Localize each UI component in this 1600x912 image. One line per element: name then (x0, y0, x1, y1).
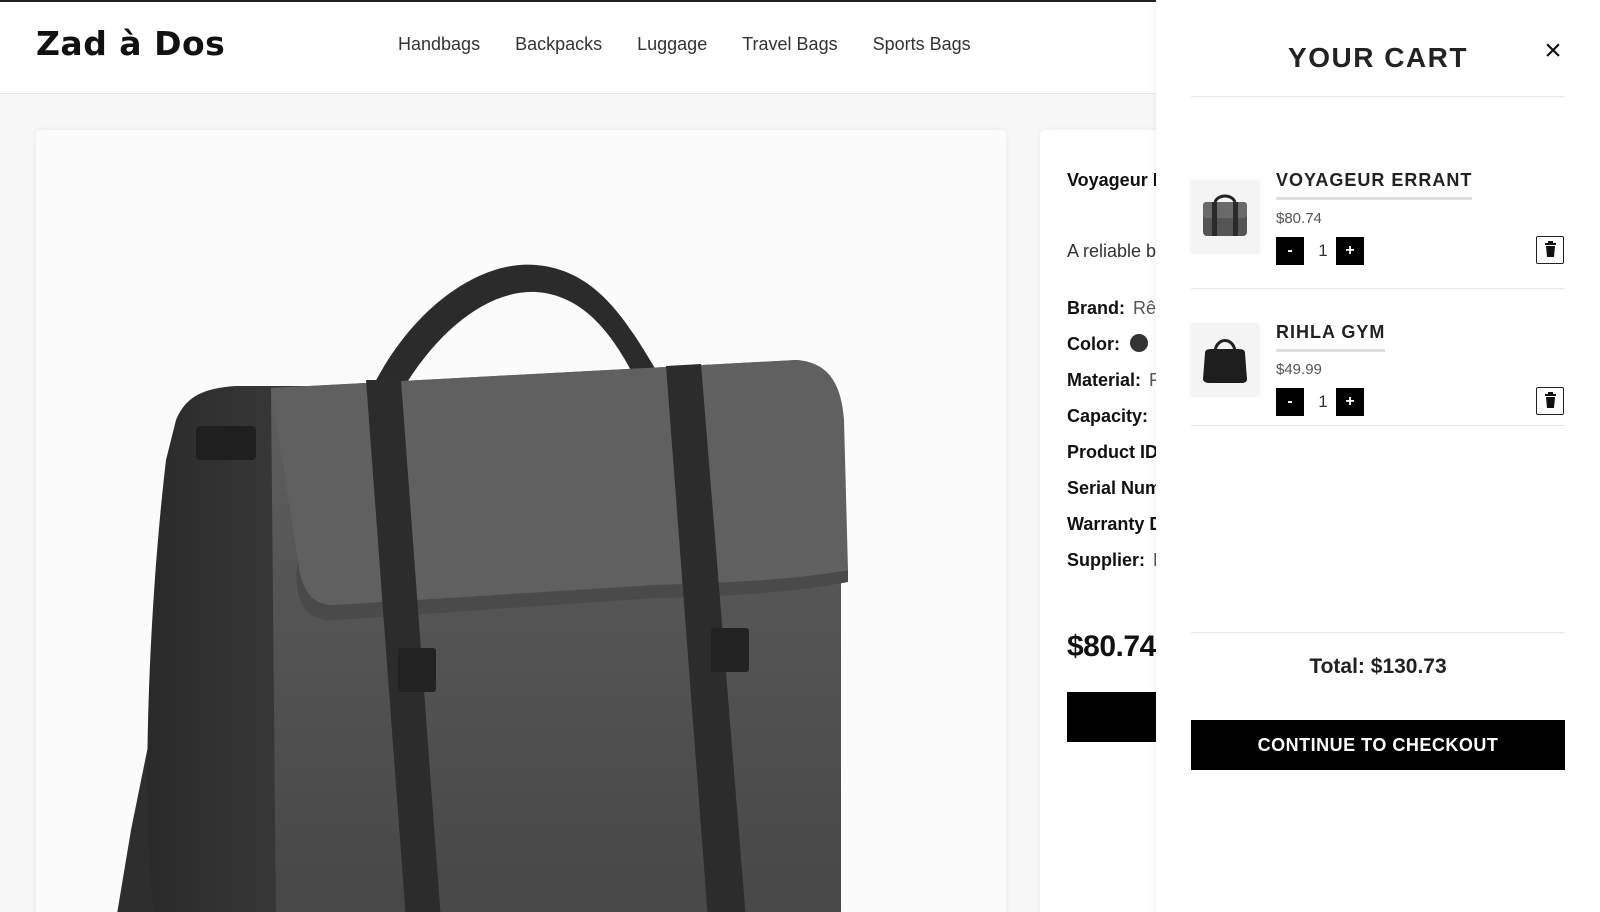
quantity-value: 1 (1318, 241, 1328, 260)
main-nav: Handbags Backpacks Luggage Travel Bags S… (398, 34, 971, 55)
remove-item-button[interactable] (1536, 387, 1564, 415)
messenger-bag-icon (1203, 194, 1247, 236)
cart-title: YOUR CART (1288, 42, 1468, 73)
spec-serial-number: Serial Num (1067, 478, 1161, 499)
product-image (36, 130, 1006, 912)
item-price: $80.74 (1276, 210, 1322, 227)
nav-item-sports-bags[interactable]: Sports Bags (873, 34, 971, 55)
spec-warranty: Warranty D (1067, 514, 1162, 535)
spec-color: Color: (1067, 334, 1148, 355)
nav-item-luggage[interactable]: Luggage (637, 34, 707, 55)
spec-label: Brand: (1067, 298, 1125, 318)
product-name: Voyageur I (1067, 170, 1158, 190)
brand-logo[interactable]: Zad à Dos (36, 24, 225, 63)
spec-label: Capacity: (1067, 406, 1149, 426)
divider (1191, 632, 1565, 633)
gym-bag-icon (1203, 339, 1247, 383)
spec-label: Material: (1067, 370, 1142, 390)
increase-quantity-button[interactable]: + (1336, 237, 1364, 265)
decrease-quantity-button[interactable]: - (1276, 237, 1304, 265)
quantity-value: 1 (1318, 392, 1328, 411)
spec-material: Material:F (1067, 370, 1160, 391)
item-price: $49.99 (1276, 361, 1322, 378)
increase-quantity-button[interactable]: + (1336, 388, 1364, 416)
spec-product-id: Product ID (1067, 442, 1158, 463)
cart-item: VOYAGEUR ERRANT $80.74 - 1 + (1191, 150, 1565, 280)
divider (1191, 425, 1565, 426)
spec-label: Color: (1067, 334, 1120, 354)
divider (1191, 96, 1565, 97)
cart-total: Total: $130.73 (1309, 655, 1447, 678)
nav-item-handbags[interactable]: Handbags (398, 34, 480, 55)
color-swatch[interactable] (1130, 334, 1148, 352)
product-thumbnail[interactable] (1191, 180, 1259, 252)
product-price: $80.74 (1067, 630, 1156, 663)
decrease-quantity-button[interactable]: - (1276, 388, 1304, 416)
spec-label: Serial Num (1067, 478, 1162, 498)
item-name[interactable]: RIHLA GYM (1276, 322, 1386, 352)
spec-label: Supplier: (1067, 550, 1146, 570)
product-thumbnail[interactable] (1191, 323, 1259, 395)
nav-item-travel-bags[interactable]: Travel Bags (742, 34, 837, 55)
product-description: A reliable b (1067, 241, 1157, 261)
nav-item-backpacks[interactable]: Backpacks (515, 34, 602, 55)
messenger-bag-illustration (117, 264, 848, 912)
checkout-button[interactable]: CONTINUE TO CHECKOUT (1191, 720, 1565, 770)
item-name[interactable]: VOYAGEUR ERRANT (1276, 170, 1473, 200)
spec-label: Product ID (1067, 442, 1159, 462)
spec-brand: Brand: Rê (1067, 298, 1156, 319)
spec-capacity: Capacity: (1067, 406, 1148, 427)
trash-icon (1544, 392, 1556, 408)
spec-label: Warranty D (1067, 514, 1163, 534)
trash-icon (1544, 241, 1556, 257)
remove-item-button[interactable] (1536, 236, 1564, 264)
cart-item: RIHLA GYM $49.99 - 1 + (1191, 287, 1565, 417)
cart-drawer: YOUR CART × VOYAGEUR ERRANT $80.74 - 1 + (1156, 0, 1600, 912)
close-icon[interactable]: × (1536, 34, 1570, 68)
